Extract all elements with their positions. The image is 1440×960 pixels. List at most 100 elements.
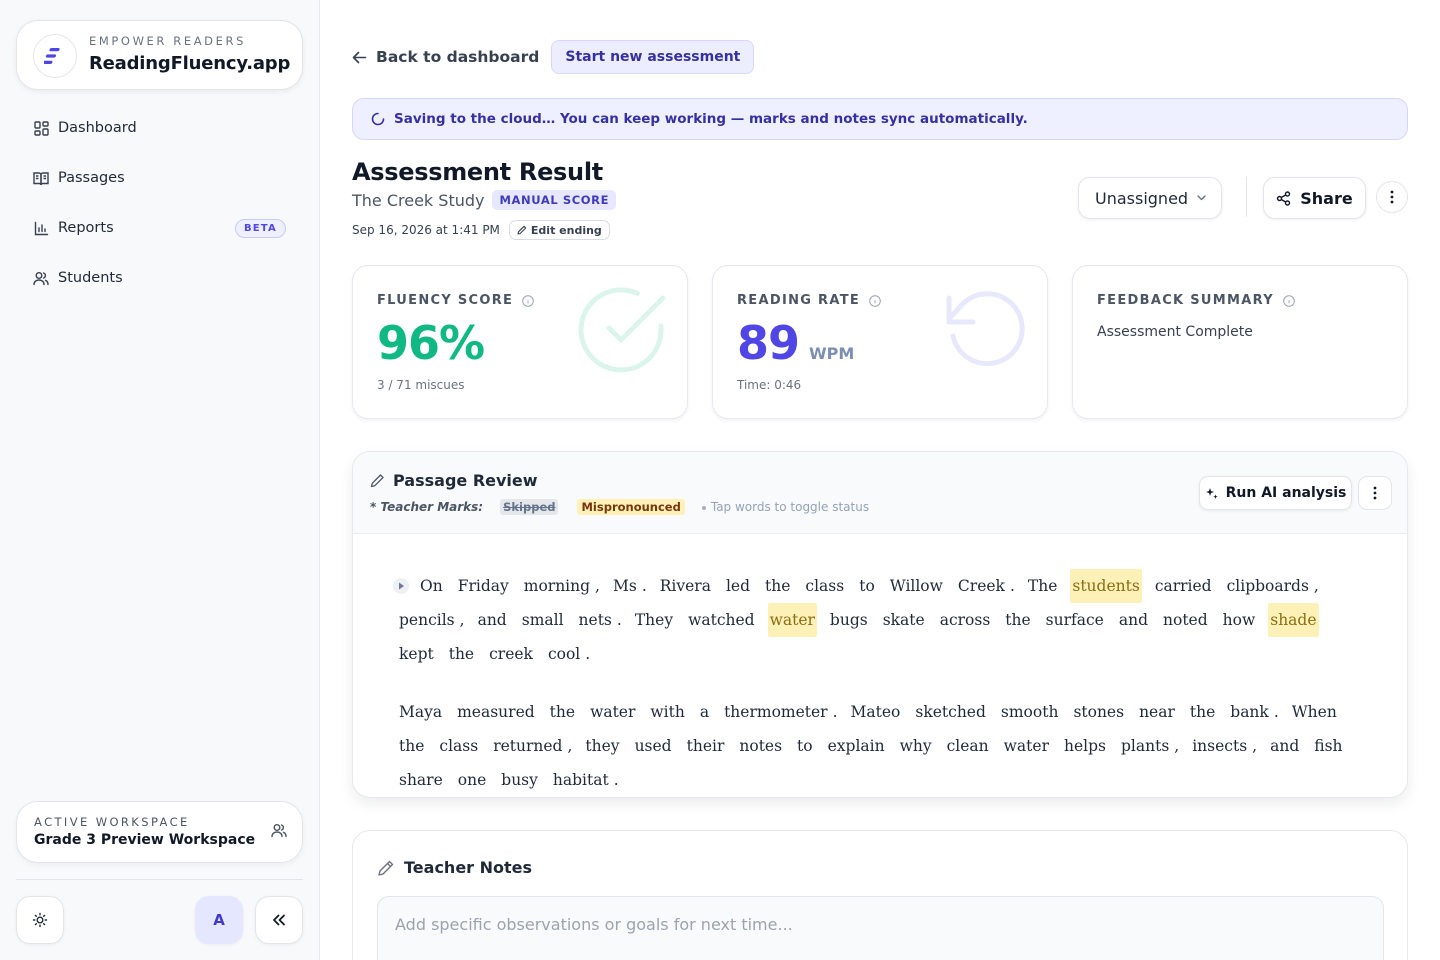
passage-word[interactable]: and	[476, 603, 509, 637]
passage-word[interactable]: smooth	[999, 695, 1061, 729]
passage-word[interactable]: thermometer	[722, 695, 830, 729]
passage-word[interactable]: watched	[686, 603, 757, 637]
passage-word-mispronounced[interactable]: students	[1070, 569, 1142, 603]
passage-word[interactable]: to	[795, 729, 815, 763]
assignee-select[interactable]: Unassigned	[1078, 177, 1222, 219]
passage-word[interactable]: why	[898, 729, 934, 763]
info-icon[interactable]	[869, 294, 881, 307]
passage-word-mispronounced[interactable]: shade	[1268, 603, 1319, 637]
workspace-switcher[interactable]: ACTIVE WORKSPACE Grade 3 Preview Workspa…	[16, 801, 303, 863]
sidebar-item-dashboard[interactable]: Dashboard	[16, 108, 303, 148]
passage-word[interactable]: stones	[1071, 695, 1126, 729]
passage-word[interactable]: cool	[546, 637, 582, 671]
passage-word[interactable]: noted	[1161, 603, 1210, 637]
passage-word[interactable]: a	[698, 695, 711, 729]
passage-word[interactable]: Friday	[456, 569, 511, 603]
back-to-dashboard-link[interactable]: Back to dashboard	[352, 40, 539, 74]
passage-word[interactable]: water	[1002, 729, 1051, 763]
passage-word[interactable]: water	[588, 695, 637, 729]
passage-word[interactable]: the	[397, 729, 426, 763]
passage-word[interactable]: returned	[491, 729, 564, 763]
passage-word[interactable]: share	[397, 763, 445, 797]
passage-word[interactable]: they	[583, 729, 621, 763]
edit-ending-button[interactable]: Edit ending	[508, 220, 610, 240]
more-options-button[interactable]	[1376, 181, 1408, 213]
passage-word[interactable]: Rivera	[658, 569, 713, 603]
pencil-icon	[517, 225, 527, 235]
passage-word[interactable]: to	[857, 569, 877, 603]
passage-word[interactable]: Creek	[956, 569, 1007, 603]
run-ai-analysis-button[interactable]: Run AI analysis	[1199, 476, 1352, 510]
passage-word[interactable]: the	[447, 637, 476, 671]
passage-word[interactable]: Willow	[888, 569, 945, 603]
passage-word[interactable]: surface	[1044, 603, 1106, 637]
passage-word[interactable]: busy	[499, 763, 540, 797]
passage-word[interactable]: kept	[397, 637, 436, 671]
share-button[interactable]: Share	[1263, 177, 1366, 219]
passage-word[interactable]: class	[803, 569, 846, 603]
passage-word[interactable]: bugs	[828, 603, 870, 637]
play-audio-icon[interactable]	[391, 576, 411, 596]
passage-word[interactable]: used	[633, 729, 674, 763]
sidebar-item-passages[interactable]: Passages	[16, 158, 303, 198]
topbar: Back to dashboard Start new assessment	[352, 40, 755, 74]
passage-word[interactable]: small	[520, 603, 566, 637]
passage-options-button[interactable]	[1358, 476, 1392, 510]
passage-word[interactable]: Mateo	[849, 695, 903, 729]
passage-word[interactable]: one	[456, 763, 489, 797]
passage-word[interactable]: creek	[487, 637, 535, 671]
sidebar-item-students[interactable]: Students	[16, 258, 303, 298]
passage-word-mispronounced[interactable]: water	[767, 603, 817, 637]
passage-word[interactable]: They	[633, 603, 675, 637]
passage-word[interactable]: The	[1026, 569, 1060, 603]
passage-word[interactable]: fish	[1312, 729, 1344, 763]
passage-word[interactable]: the	[1188, 695, 1217, 729]
passage-word[interactable]: and	[1268, 729, 1301, 763]
brand-card[interactable]: EMPOWER READERS ReadingFluency.app	[16, 20, 303, 90]
passage-word[interactable]: Maya	[397, 695, 444, 729]
start-new-assessment-button[interactable]: Start new assessment	[551, 40, 755, 74]
passage-word[interactable]: clean	[945, 729, 991, 763]
passage-word[interactable]: nets	[577, 603, 614, 637]
passage-word[interactable]: pencils	[397, 603, 457, 637]
passage-word[interactable]: notes	[737, 729, 784, 763]
beta-badge: BETA	[234, 219, 286, 238]
passage-paragraph: On Friday morning, Ms. Rivera led the class to Wi…	[393, 569, 1377, 671]
passage-word[interactable]: explain	[826, 729, 887, 763]
collapse-sidebar-button[interactable]	[255, 896, 303, 944]
passage-word[interactable]: On	[418, 569, 445, 603]
passage-word[interactable]: Ms	[611, 569, 639, 603]
passage-word[interactable]: insects	[1190, 729, 1249, 763]
teacher-notes-input[interactable]	[377, 896, 1384, 960]
passage-word[interactable]: their	[685, 729, 727, 763]
sync-status-text: Saving to the cloud… You can keep workin…	[394, 111, 1028, 127]
passage-word[interactable]: bank	[1228, 695, 1271, 729]
passage-word[interactable]: near	[1137, 695, 1177, 729]
info-icon[interactable]	[1283, 294, 1295, 307]
passage-word[interactable]: measured	[455, 695, 537, 729]
passage-word[interactable]: helps	[1062, 729, 1108, 763]
passage-word[interactable]: skate	[881, 603, 927, 637]
passage-word[interactable]: clipboards	[1225, 569, 1311, 603]
passage-word[interactable]: morning	[522, 569, 592, 603]
theme-toggle-button[interactable]	[16, 896, 64, 944]
sidebar-item-reports[interactable]: Reports BETA	[16, 208, 303, 248]
passage-word[interactable]: habitat	[551, 763, 611, 797]
share-label: Share	[1300, 188, 1353, 208]
passage-word[interactable]: sketched	[913, 695, 988, 729]
passage-word[interactable]: across	[938, 603, 993, 637]
passage-word[interactable]: When	[1290, 695, 1339, 729]
passage-word[interactable]: and	[1117, 603, 1150, 637]
passage-punctuation: ,	[1174, 737, 1180, 755]
passage-word[interactable]: how	[1221, 603, 1258, 637]
passage-word[interactable]: with	[648, 695, 686, 729]
passage-word[interactable]: class	[437, 729, 480, 763]
passage-word[interactable]: the	[763, 569, 792, 603]
passage-word[interactable]: the	[548, 695, 577, 729]
passage-word[interactable]: led	[724, 569, 752, 603]
passage-word[interactable]: carried	[1153, 569, 1214, 603]
passage-word[interactable]: the	[1003, 603, 1032, 637]
passage-word[interactable]: plants	[1119, 729, 1171, 763]
user-avatar-button[interactable]: A	[195, 896, 243, 944]
info-icon[interactable]	[522, 294, 535, 307]
